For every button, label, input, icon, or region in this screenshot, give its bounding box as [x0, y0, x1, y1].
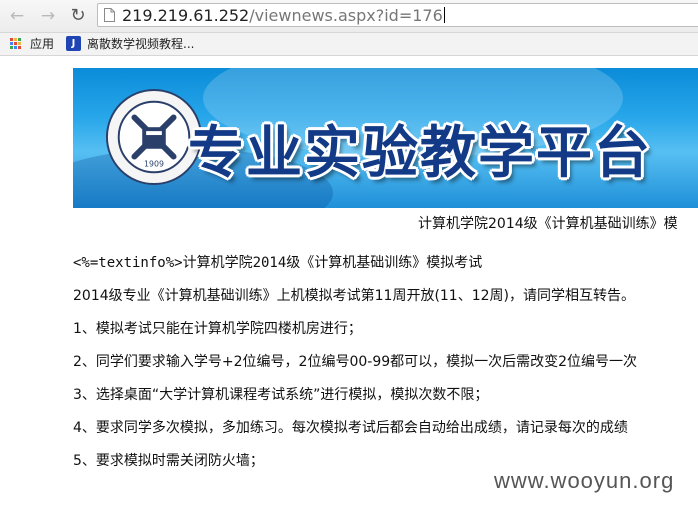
bookmark-item-label: 离散数学视频教程...	[87, 37, 195, 51]
news-line: 2014级专业《计算机基础训练》上机模拟考试第11周开放(11、12周)，请同学…	[73, 288, 635, 304]
bookmark-apps-label: 应用	[30, 37, 55, 51]
url-text[interactable]: 219.219.61.252/viewnews.aspx?id=176	[122, 6, 445, 26]
emblem-year: 1909	[144, 159, 164, 168]
browser-toolbar: ← → ↻ 219.219.61.252/viewnews.aspx?id=17…	[0, 0, 698, 33]
text-caret	[443, 7, 445, 23]
back-arrow-icon[interactable]: ←	[6, 6, 28, 26]
url-path: /viewnews.aspx?id=176	[249, 6, 443, 25]
news-line: 2、同学们要求输入学号+2位编号，2位编号00-99都可以，模拟一次后需改变2位…	[73, 354, 638, 370]
watermark: www.wooyun.org	[494, 468, 675, 493]
browser-window: ← → ↻ 219.219.61.252/viewnews.aspx?id=17…	[0, 0, 698, 514]
bookmarks-bar: 应用 J 离散数学视频教程...	[0, 33, 698, 56]
address-bar[interactable]: 219.219.61.252/viewnews.aspx?id=176	[97, 3, 698, 27]
news-line: 5、要求模拟时需关闭防火墙；	[73, 453, 264, 469]
page-icon	[104, 8, 115, 22]
bookmark-apps[interactable]: 应用	[10, 35, 60, 53]
url-host: 219.219.61.252	[122, 6, 250, 25]
bookmark-item[interactable]: J 离散数学视频教程...	[66, 35, 216, 53]
banner-title: 专业实验教学平台	[188, 121, 652, 186]
forward-arrow-icon[interactable]: →	[37, 6, 59, 26]
news-line: <%=textinfo%>计算机学院2014级《计算机基础训练》模拟考试	[73, 255, 483, 271]
news-line: 4、要求同学多次模拟，多加练习。每次模拟考试后都会自动给出成绩，请记录每次的成绩	[73, 420, 628, 436]
news-line: 1、模拟考试只能在计算机学院四楼机房进行；	[73, 321, 362, 337]
site-banner: 1909 专业实验教学平台	[73, 68, 698, 208]
apps-grid-icon	[10, 38, 22, 50]
news-heading: 计算机学院2014级《计算机基础训练》模	[418, 216, 678, 232]
reload-icon[interactable]: ↻	[67, 6, 89, 26]
bookmark-favicon-icon: J	[66, 36, 81, 51]
news-line: 3、选择桌面“大学计算机课程考试系统”进行模拟，模拟次数不限；	[73, 387, 489, 403]
web-page: 1909 专业实验教学平台 计算机学院2014级《计算机基础训练》模 <%=te…	[0, 56, 698, 514]
